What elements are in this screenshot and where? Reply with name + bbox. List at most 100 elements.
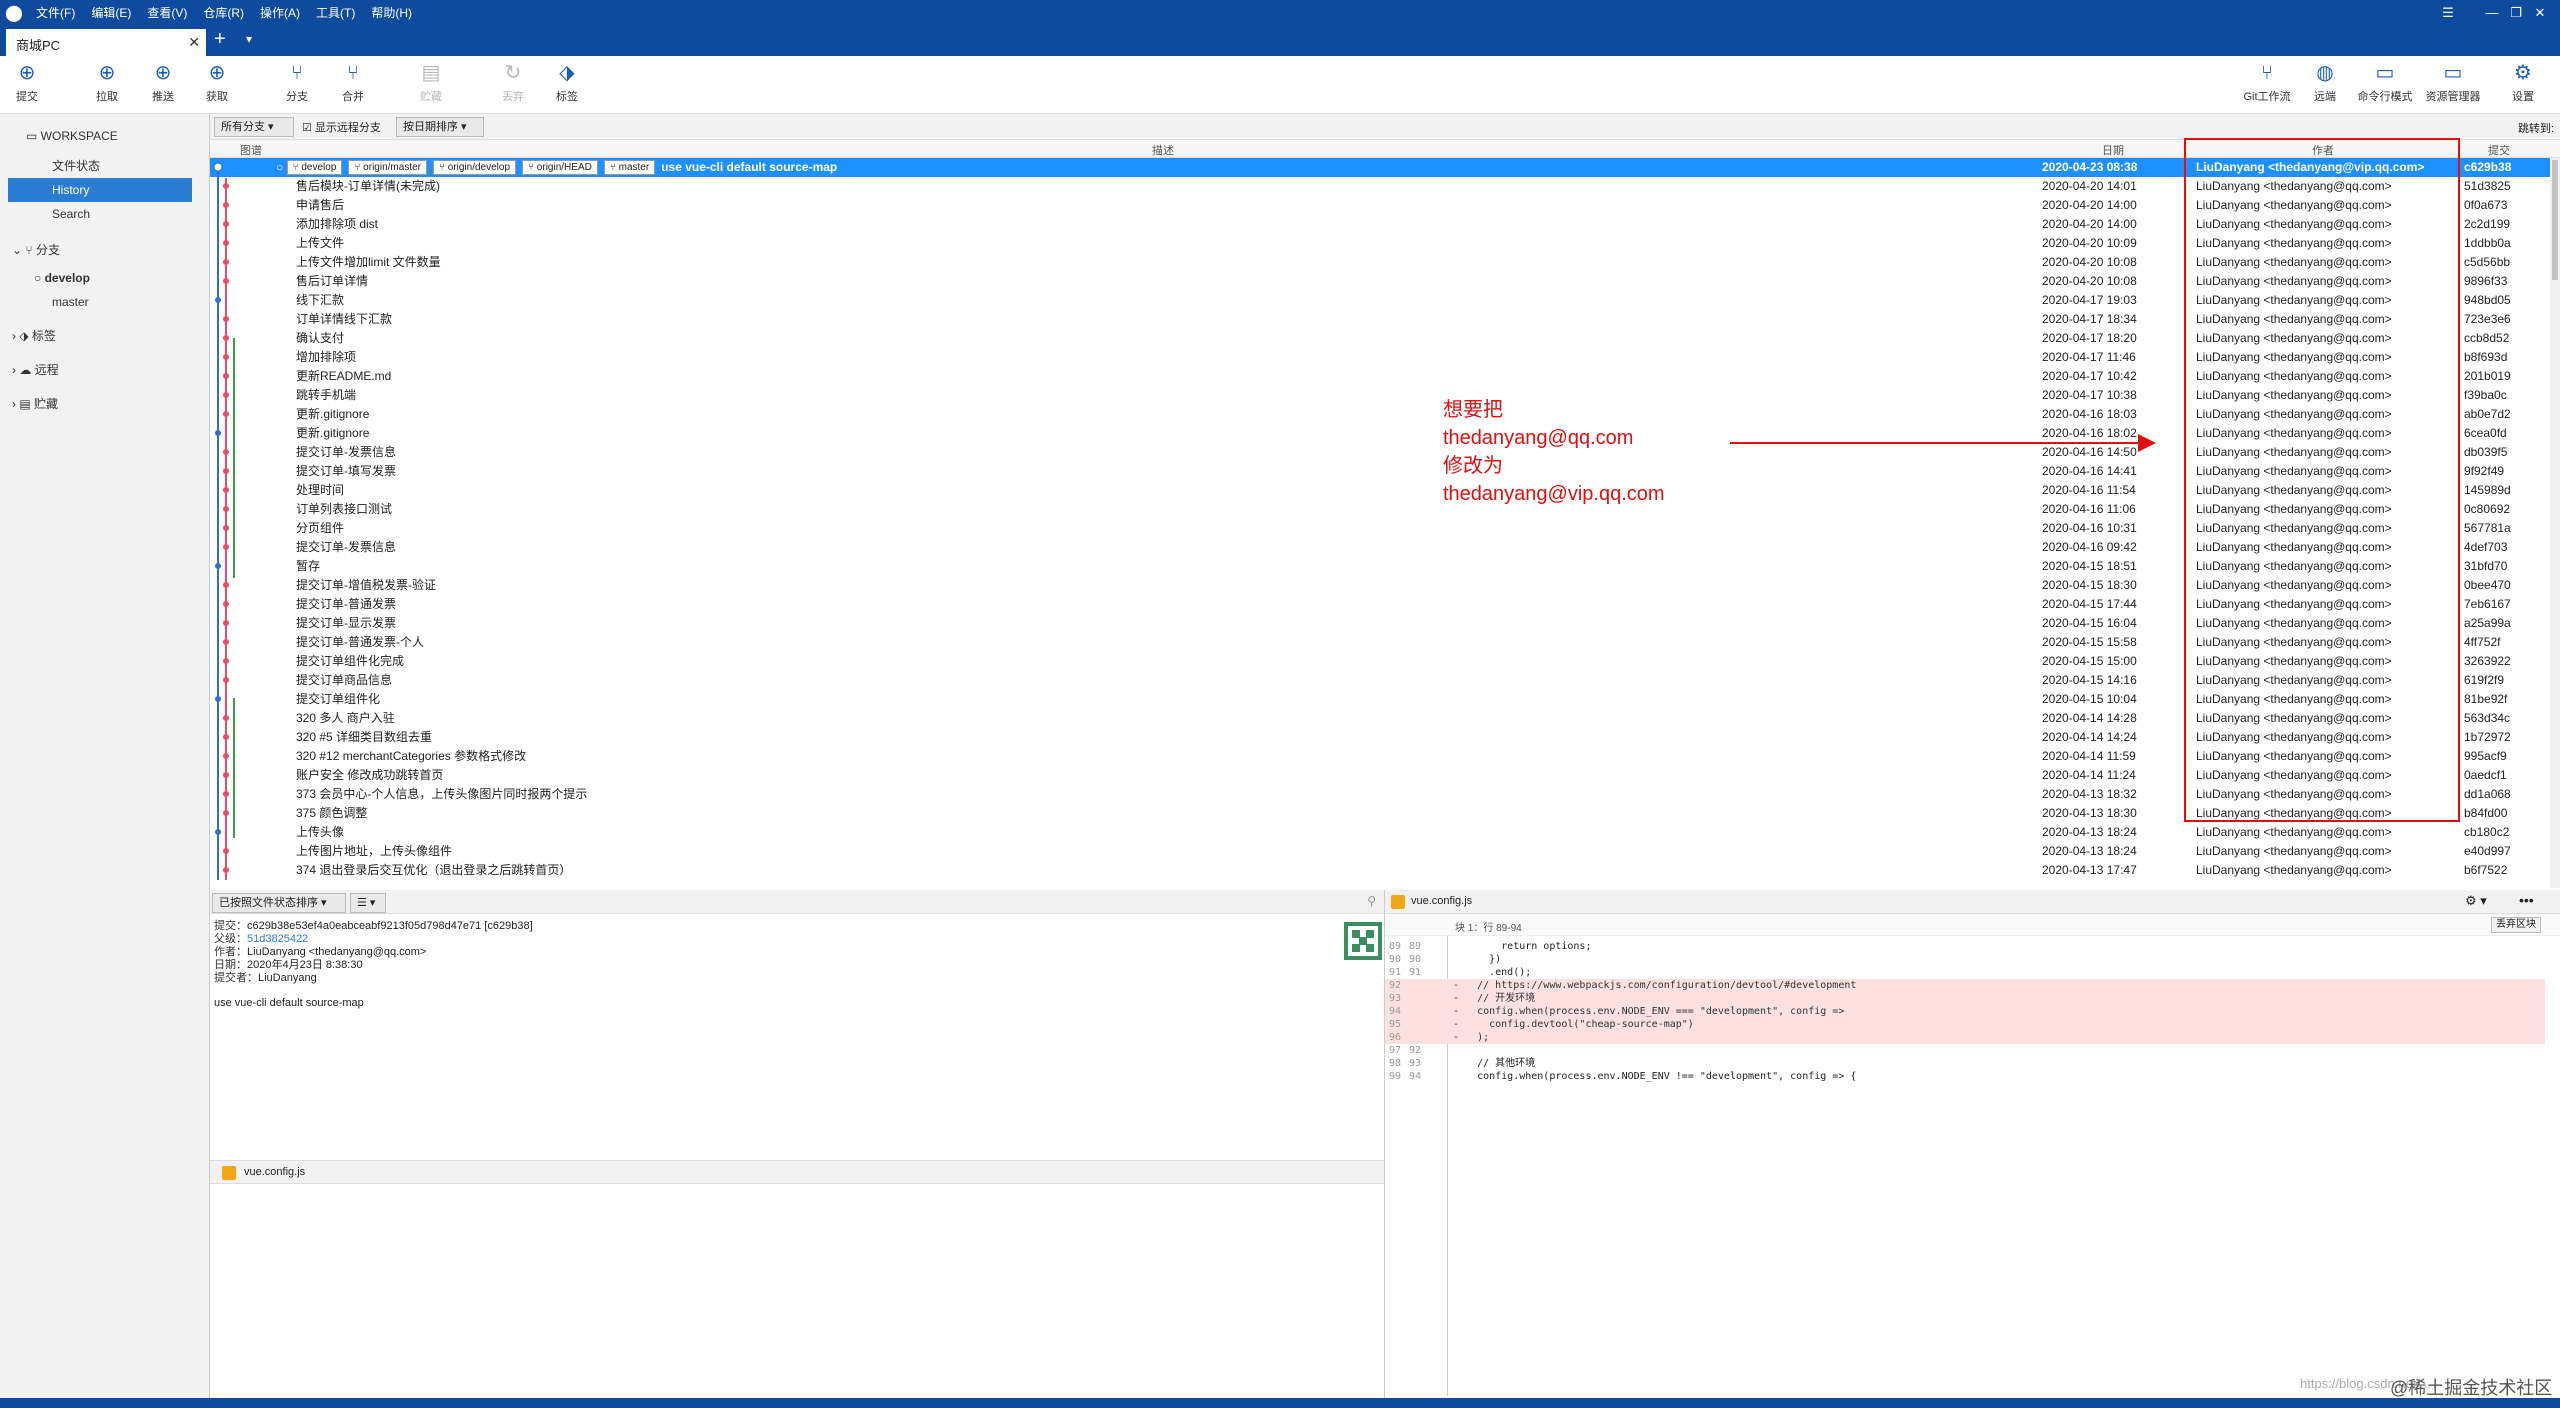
commit-node[interactable] (223, 810, 229, 816)
sidebar-item-search[interactable]: Search (0, 202, 210, 226)
commit-node[interactable] (223, 544, 229, 550)
file-sort-dropdown[interactable]: 已按照文件状态排序 ▾ (212, 893, 346, 913)
col-description[interactable]: 描述 (1152, 142, 1174, 158)
git-flow-button[interactable]: ⑂ Git工作流 (2238, 60, 2296, 104)
commit-node[interactable] (223, 582, 229, 588)
commit-node[interactable] (223, 658, 229, 664)
menu-help[interactable]: 帮助(H) (363, 0, 420, 26)
commit-node[interactable] (223, 202, 229, 208)
commit-node[interactable] (223, 240, 229, 246)
menu-repository[interactable]: 仓库(R) (195, 0, 252, 26)
branch-item-master[interactable]: master (0, 290, 210, 314)
diff-line-removed[interactable]: 93 - // 开发环境 (1385, 992, 2545, 1005)
commit-node[interactable] (223, 392, 229, 398)
commit-node[interactable] (215, 297, 221, 303)
diff-line-context[interactable]: 90 90 }) (1385, 953, 2545, 966)
menu-edit[interactable]: 编辑(E) (83, 0, 139, 26)
diff-line-context[interactable]: 89 89 return options; (1385, 940, 2545, 953)
commit-node[interactable] (223, 772, 229, 778)
diff-line-removed[interactable]: 94 - config.when(process.env.NODE_ENV ===… (1385, 1005, 2545, 1018)
commit-node[interactable] (223, 639, 229, 645)
diff-line-context[interactable]: 99 94 config.when(process.env.NODE_ENV !=… (1385, 1070, 2545, 1083)
branch-label[interactable]: ⑂ origin/master (348, 160, 427, 176)
commit-node[interactable] (223, 753, 229, 759)
col-commit[interactable]: 提交 (2488, 142, 2510, 158)
new-tab-icon[interactable]: + (214, 28, 226, 51)
stash-button[interactable]: ▤ 贮藏 (404, 60, 458, 104)
commit-node[interactable] (223, 316, 229, 322)
parent-link[interactable]: 51d3825422 (247, 933, 308, 945)
commit-node[interactable] (215, 696, 221, 702)
branch-label[interactable]: ⑂ origin/develop (432, 160, 517, 176)
explorer-button[interactable]: ▭ 资源管理器 (2420, 60, 2486, 104)
menu-actions[interactable]: 操作(A) (252, 0, 308, 26)
commit-row[interactable]: 上传图片地址，上传头像组件 2020-04-13 18:24 LiuDanyang … (210, 842, 2550, 861)
commit-node[interactable] (223, 468, 229, 474)
log-scrollbar-thumb[interactable] (2552, 160, 2558, 280)
commit-node[interactable] (213, 162, 223, 172)
commit-node[interactable] (215, 829, 221, 835)
changed-file-row[interactable]: vue.config.js (210, 1160, 1384, 1184)
commit-node[interactable] (223, 620, 229, 626)
commit-node[interactable] (223, 335, 229, 341)
branch-label[interactable]: ⑂ master (603, 160, 656, 176)
commit-node[interactable] (223, 354, 229, 360)
commit-node[interactable] (223, 221, 229, 227)
commit-node[interactable] (223, 848, 229, 854)
branch-label[interactable]: ⑂ develop (286, 160, 343, 176)
show-remote-checkbox[interactable]: ☑ 显示远程分支 (302, 119, 381, 135)
commit-node[interactable] (215, 430, 221, 436)
merge-button[interactable]: ⑂ 合并 (326, 60, 380, 104)
view-mode-dropdown[interactable]: ☰ ▾ (350, 893, 386, 913)
commit-node[interactable] (223, 506, 229, 512)
workspace-header[interactable]: ▭ WORKSPACE (0, 124, 210, 148)
tab-dropdown-icon[interactable]: ▾ (246, 32, 252, 46)
tag-button[interactable]: ⬗ 标签 (540, 60, 594, 104)
sidebar-item-history[interactable]: History (8, 178, 192, 202)
more-options-icon[interactable]: ••• (2519, 892, 2534, 908)
fetch-button[interactable]: ⊕ 获取 (190, 60, 244, 104)
search-icon[interactable]: ⚲ (1367, 894, 1376, 908)
discard-hunk-button[interactable]: 丢弃区块 (2491, 917, 2541, 933)
stashes-header[interactable]: › ▤ 贮藏 (0, 392, 210, 416)
commit-node[interactable] (223, 867, 229, 873)
commit-button[interactable]: ⊕ 提交 (0, 60, 54, 104)
commit-node[interactable] (223, 259, 229, 265)
diff-line-context[interactable]: 98 93 // 其他环境 (1385, 1057, 2545, 1070)
diff-line-removed[interactable]: 95 - config.devtool("cheap-source-map") (1385, 1018, 2545, 1031)
commit-node[interactable] (223, 373, 229, 379)
diff-line-removed[interactable]: 96 - ); (1385, 1031, 2545, 1044)
menu-hamburger-icon[interactable]: ☰ (2426, 0, 2470, 26)
repo-tab[interactable]: 商城PC ✕ (6, 29, 206, 56)
branch-item-develop[interactable]: ○ develop (0, 266, 210, 290)
menu-file[interactable]: 文件(F) (28, 0, 83, 26)
menu-view[interactable]: 查看(V) (139, 0, 195, 26)
remote-button[interactable]: ◍ 远端 (2298, 60, 2352, 104)
diff-line-context[interactable]: 91 91 .end(); (1385, 966, 2545, 979)
col-date[interactable]: 日期 (2102, 142, 2124, 158)
sort-dropdown[interactable]: 按日期排序 ▾ (396, 117, 484, 137)
commit-node[interactable] (215, 563, 221, 569)
settings-button[interactable]: ⚙ 设置 (2496, 60, 2550, 104)
remotes-header[interactable]: › ☁ 远程 (0, 358, 210, 382)
commit-node[interactable] (223, 715, 229, 721)
commit-node[interactable] (223, 411, 229, 417)
diff-line-removed[interactable]: 92 - // https://www.webpackjs.com/configu… (1385, 979, 2545, 992)
commit-node[interactable] (223, 734, 229, 740)
commit-node[interactable] (223, 487, 229, 493)
discard-button[interactable]: ↻ 丢弃 (486, 60, 540, 104)
diff-line-context[interactable]: 97 92 (1385, 1044, 2545, 1057)
commit-row[interactable]: 374 退出登录后交互优化（退出登录之后跳转首页） 2020-04-13 17:4… (210, 861, 2550, 880)
commit-node[interactable] (223, 449, 229, 455)
tags-header[interactable]: › ⬗ 标签 (0, 324, 210, 348)
branches-header[interactable]: ⌄ ⑂ 分支 (0, 238, 210, 262)
branch-label[interactable]: ⑂ origin/HEAD (522, 160, 598, 176)
diff-settings-icon[interactable]: ⚙ ▾ (2465, 893, 2487, 909)
log-scrollbar[interactable] (2550, 158, 2560, 888)
commit-node[interactable] (223, 677, 229, 683)
close-tab-icon[interactable]: ✕ (188, 34, 200, 51)
commit-node[interactable] (223, 183, 229, 189)
commit-node[interactable] (223, 525, 229, 531)
commit-node[interactable] (223, 791, 229, 797)
branch-button[interactable]: ⑂ 分支 (270, 60, 324, 104)
